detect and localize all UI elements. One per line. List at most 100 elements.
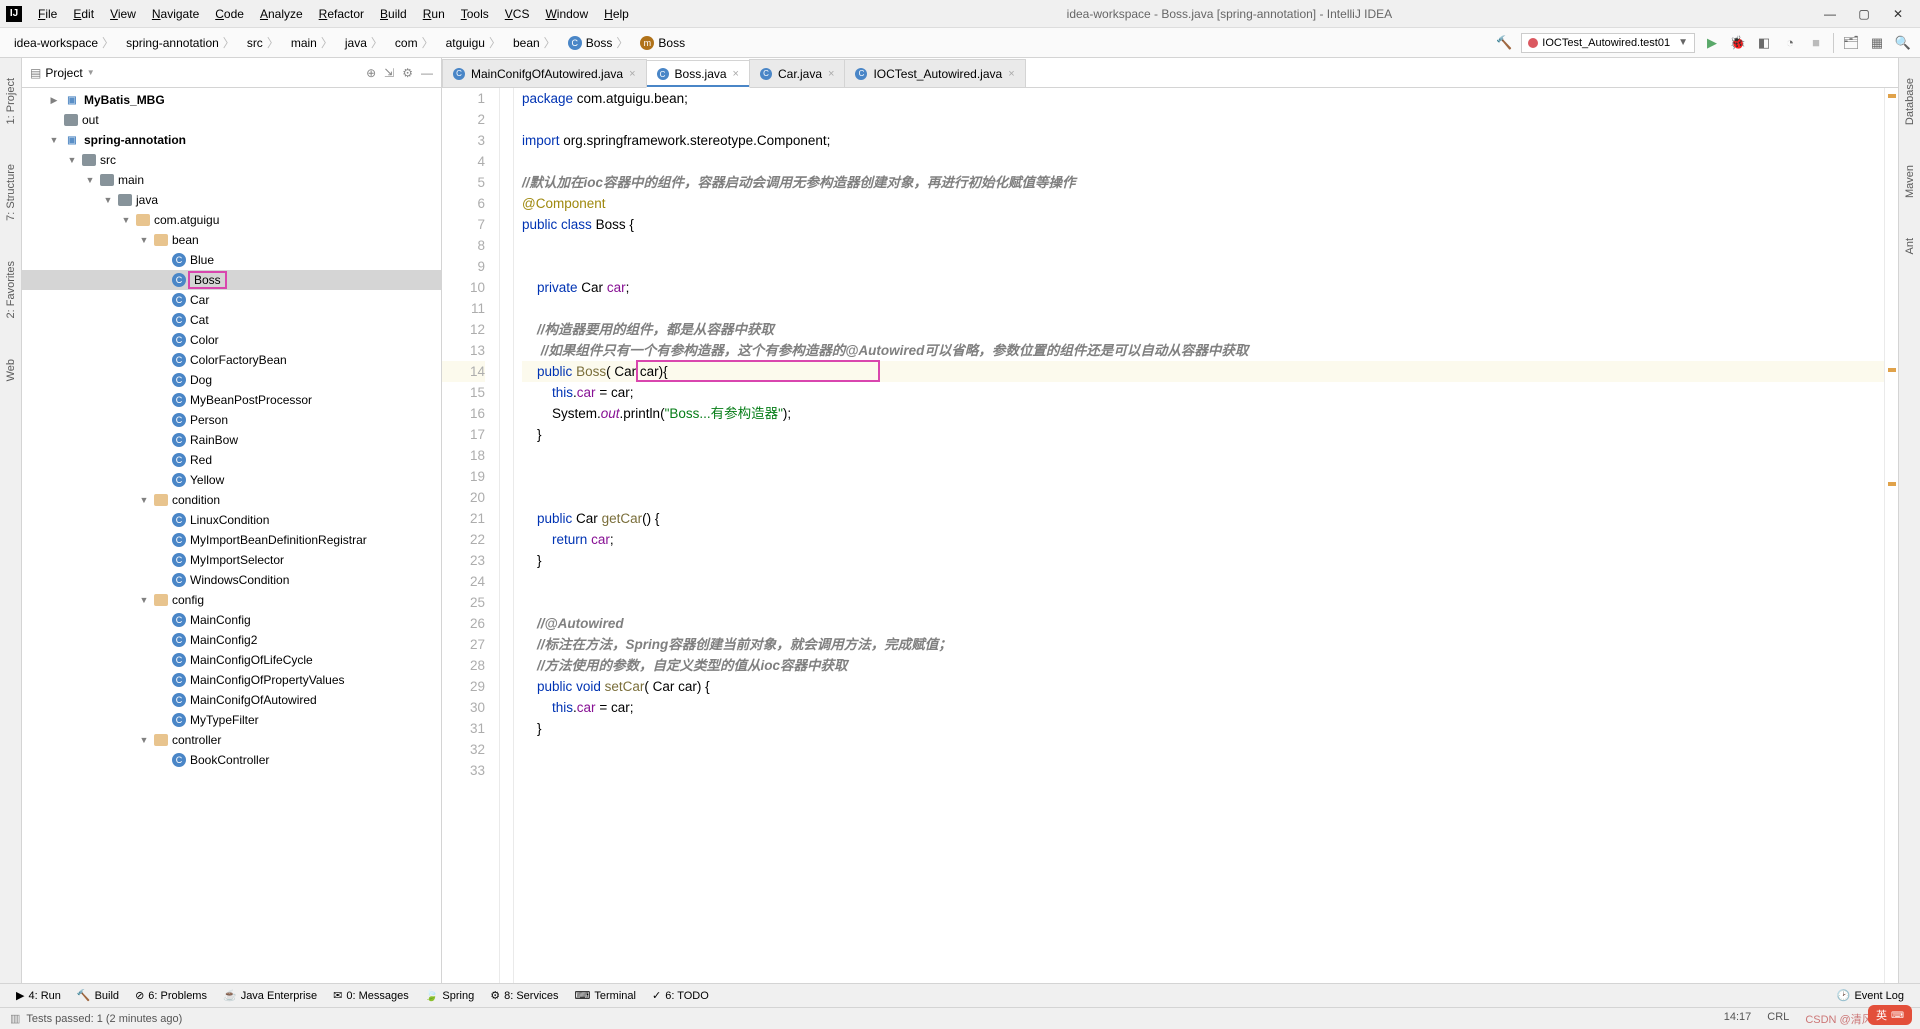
tree-node[interactable]: CRed [22,450,441,470]
tree-node[interactable]: CColorFactoryBean [22,350,441,370]
build-icon[interactable]: 🔨 [1495,34,1513,52]
fold-gutter[interactable] [500,88,514,983]
tree-node[interactable]: CMyBeanPostProcessor [22,390,441,410]
error-stripe[interactable] [1884,88,1898,983]
breadcrumb-item[interactable]: bean [507,34,562,51]
tree-toggle-icon[interactable]: ▼ [120,215,132,225]
breadcrumb-item[interactable]: atguigu [440,34,507,51]
run-configuration-selector[interactable]: IOCTest_Autowired.test01 ▼ [1521,33,1695,53]
bottom-tab[interactable]: ☕Java Enterprise [215,987,325,1004]
expand-all-icon[interactable]: ⇲ [384,66,394,80]
stop-icon[interactable]: ■ [1807,34,1825,52]
bottom-tab[interactable]: ✓6: TODO [644,987,717,1004]
project-view-title[interactable]: ▤ Project ▼ [30,66,95,80]
tree-toggle-icon[interactable]: ▼ [138,235,150,245]
select-opened-icon[interactable]: ⊕ [366,66,376,80]
tree-node[interactable]: CBoss [22,270,441,290]
menu-run[interactable]: Run [415,3,453,25]
breadcrumb-item[interactable]: mBoss [634,36,695,50]
tool-button-web[interactable]: Web [5,359,17,381]
tree-node[interactable]: ▼controller [22,730,441,750]
code-editor[interactable]: 1234567891011121314151617181920212223242… [442,88,1898,983]
tree-node[interactable]: ▼java [22,190,441,210]
database-icon[interactable]: 🗂 [1842,34,1860,52]
code-content[interactable]: package com.atguigu.bean; import org.spr… [514,88,1884,983]
tool-button-project[interactable]: 1: Project [5,78,17,124]
tree-node[interactable]: CCat [22,310,441,330]
debug-icon[interactable]: 🐞 [1729,34,1747,52]
tree-node[interactable]: ▼com.atguigu [22,210,441,230]
tree-node[interactable]: CCar [22,290,441,310]
tree-node[interactable]: CMainConfigOfPropertyValues [22,670,441,690]
profile-icon[interactable]: ◔ [1781,34,1799,52]
tree-node[interactable]: ▼▣spring-annotation [22,130,441,150]
tree-node[interactable]: CMyImportSelector [22,550,441,570]
tree-node[interactable]: CDog [22,370,441,390]
tree-toggle-icon[interactable]: ▼ [138,595,150,605]
bottom-tab[interactable]: ▶4: Run [8,987,69,1004]
tree-node[interactable]: CLinuxCondition [22,510,441,530]
tree-node[interactable]: out [22,110,441,130]
tree-node[interactable]: CMainConfig [22,610,441,630]
bottom-tab[interactable]: 🔨Build [69,987,127,1004]
menu-file[interactable]: File [30,3,65,25]
tree-node[interactable]: CRainBow [22,430,441,450]
tree-toggle-icon[interactable]: ▼ [138,495,150,505]
tool-button-favorites[interactable]: 2: Favorites [5,261,17,318]
tree-toggle-icon[interactable]: ▼ [102,195,114,205]
structure-icon[interactable]: ▦ [1868,34,1886,52]
menu-tools[interactable]: Tools [453,3,497,25]
breadcrumb-item[interactable]: idea-workspace [8,34,120,51]
breadcrumb-item[interactable]: com [389,34,440,51]
editor-tab[interactable]: CCar.java× [749,59,845,87]
menu-vcs[interactable]: VCS [497,3,538,25]
editor-tab[interactable]: CMainConifgOfAutowired.java× [442,59,647,87]
tree-node[interactable]: CYellow [22,470,441,490]
breadcrumb-item[interactable]: spring-annotation [120,34,241,51]
menu-navigate[interactable]: Navigate [144,3,207,25]
tree-node[interactable]: CMainConifgOfAutowired [22,690,441,710]
close-icon[interactable]: × [629,68,635,80]
tree-node[interactable]: ▶▣MyBatis_MBG [22,90,441,110]
bottom-tab[interactable]: ✉0: Messages [325,987,417,1004]
tree-toggle-icon[interactable]: ▼ [138,735,150,745]
tool-button-database[interactable]: Database [1904,78,1916,125]
editor-tab[interactable]: CBoss.java× [646,60,750,88]
breadcrumb-item[interactable]: main [285,34,339,51]
menu-help[interactable]: Help [596,3,637,25]
menu-analyze[interactable]: Analyze [252,3,311,25]
tree-node[interactable]: ▼bean [22,230,441,250]
tree-node[interactable]: ▼main [22,170,441,190]
hide-icon[interactable]: — [421,66,433,80]
maximize-icon[interactable]: ▢ [1856,7,1872,21]
tool-button-maven[interactable]: Maven [1904,165,1916,198]
run-icon[interactable]: ▶ [1703,34,1721,52]
menu-edit[interactable]: Edit [65,3,102,25]
menu-code[interactable]: Code [207,3,252,25]
tree-node[interactable]: CMainConfigOfLifeCycle [22,650,441,670]
menu-build[interactable]: Build [372,3,415,25]
tree-node[interactable]: CColor [22,330,441,350]
bottom-tab[interactable]: ⌨Terminal [567,987,644,1004]
ime-badge[interactable]: 英 ⌨ [1868,1005,1912,1025]
bottom-tab[interactable]: ⚙8: Services [482,987,566,1004]
breadcrumb-item[interactable]: CBoss [562,34,635,51]
tree-node[interactable]: CMyImportBeanDefinitionRegistrar [22,530,441,550]
gear-icon[interactable]: ⚙ [402,66,413,80]
tree-toggle-icon[interactable]: ▼ [84,175,96,185]
tree-toggle-icon[interactable]: ▼ [66,155,78,165]
tree-node[interactable]: ▼src [22,150,441,170]
tree-node[interactable]: CMyTypeFilter [22,710,441,730]
tree-node[interactable]: CBookController [22,750,441,770]
tool-button-structure[interactable]: 7: Structure [5,164,17,221]
tree-node[interactable]: CPerson [22,410,441,430]
tree-toggle-icon[interactable]: ▼ [48,135,60,145]
close-icon[interactable]: ✕ [1890,7,1906,21]
tree-node[interactable]: CWindowsCondition [22,570,441,590]
coverage-icon[interactable]: ◧ [1755,34,1773,52]
breadcrumb-item[interactable]: src [241,34,285,51]
tree-node[interactable]: ▼config [22,590,441,610]
tree-node[interactable]: ▼condition [22,490,441,510]
menu-window[interactable]: Window [537,3,596,25]
minimize-icon[interactable]: — [1822,7,1838,21]
